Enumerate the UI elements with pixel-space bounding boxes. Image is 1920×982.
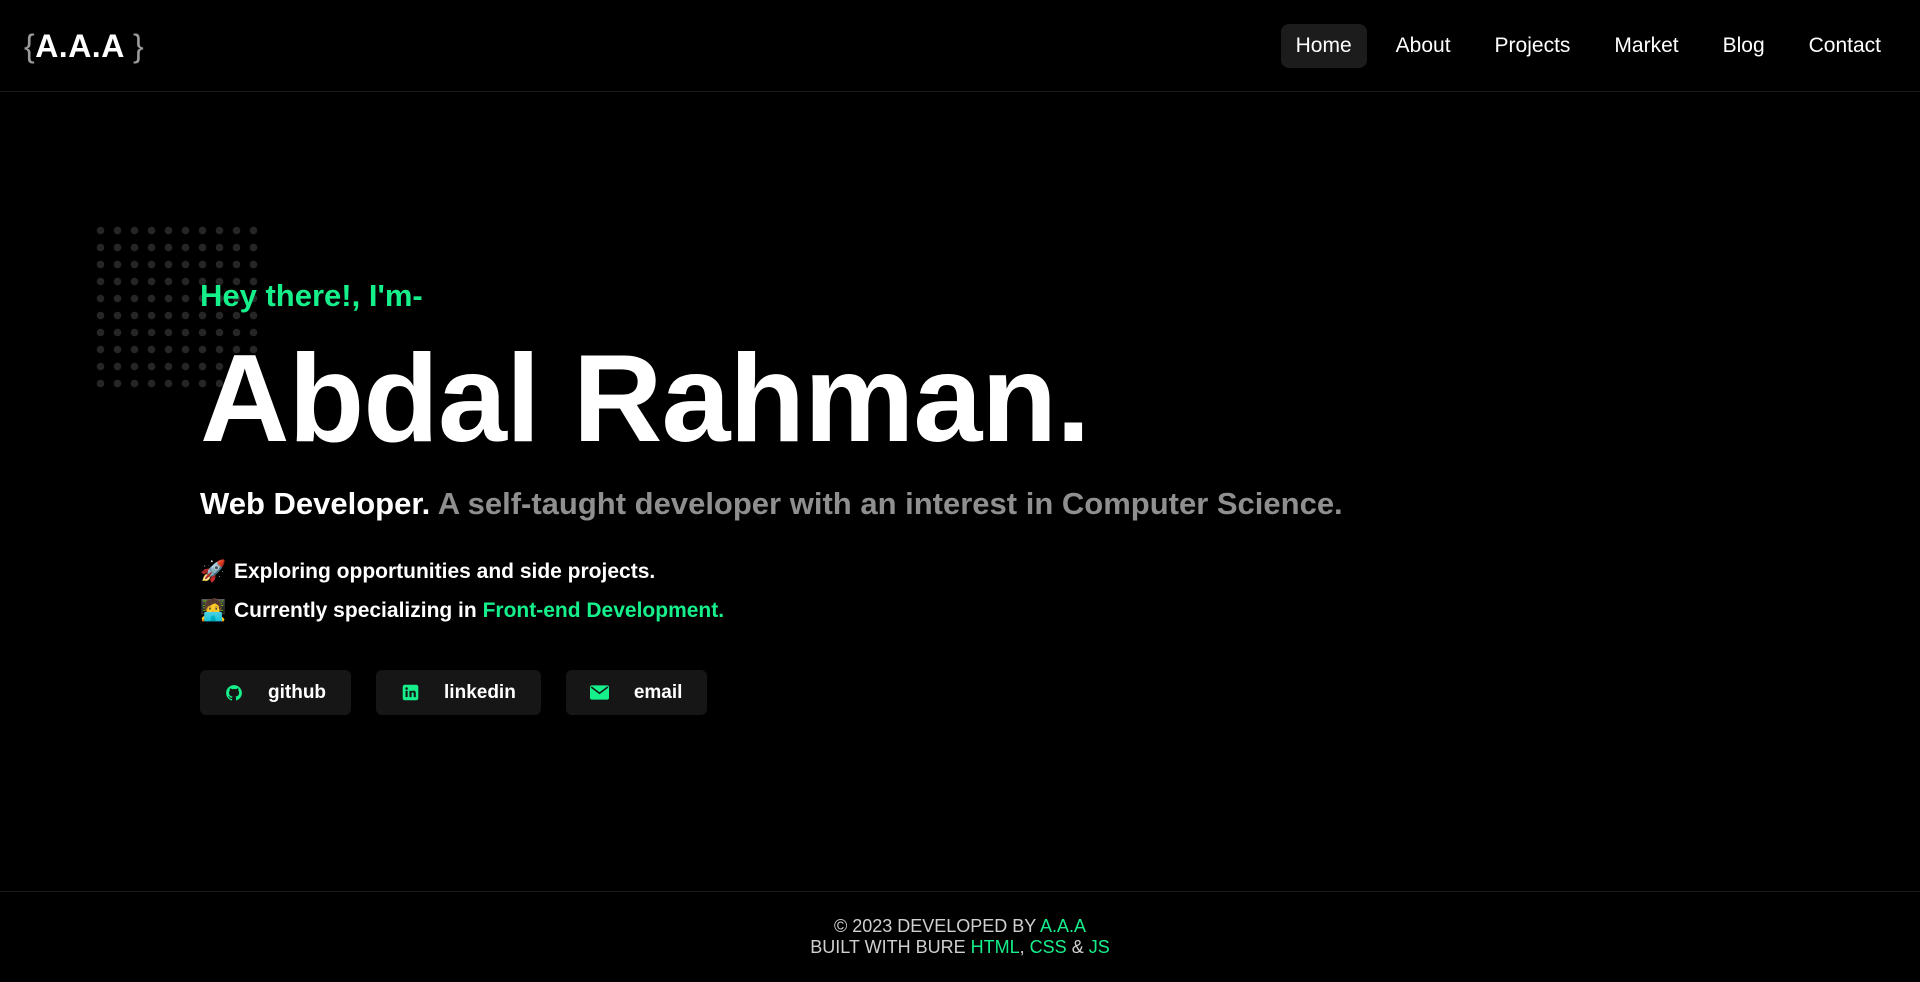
linkedin-button[interactable]: linkedin (376, 670, 541, 715)
bullet-accent-text: Front-end Development. (482, 599, 725, 622)
footer-css-text: CSS (1029, 937, 1067, 957)
footer-html-text: HTML (970, 937, 1020, 957)
footer-ampersand: & (1071, 937, 1084, 957)
email-label: email (633, 681, 683, 703)
site-header: {A.A.A } Home About Projects Market Blog… (0, 0, 1920, 92)
technologist-icon: 🧑‍💻 (200, 599, 227, 622)
logo-text: A.A.A (35, 28, 124, 64)
social-links: github linkedin email (200, 670, 1700, 715)
bullet-text: Exploring opportunities and side project… (234, 560, 656, 583)
bullet-item: 🧑‍💻 Currently specializing in Front-end D… (200, 591, 1700, 630)
logo[interactable]: {A.A.A } (24, 26, 144, 66)
mail-icon (590, 683, 610, 703)
hero-bullets: 🚀 Exploring opportunities and side projec… (200, 552, 1700, 630)
footer-copyright-text: © 2023 DEVELOPED BY (833, 916, 1036, 936)
logo-close-brace: } (133, 28, 145, 64)
nav-item-projects[interactable]: Projects (1480, 24, 1586, 68)
logo-open-brace: { (24, 28, 36, 64)
rocket-icon: 🚀 (200, 560, 227, 583)
linkedin-icon (400, 683, 420, 703)
email-button[interactable]: email (565, 670, 708, 715)
hero-role: Web Developer. (200, 486, 431, 521)
github-button[interactable]: github (200, 670, 352, 715)
linkedin-label: linkedin (444, 681, 516, 703)
github-icon (224, 683, 244, 703)
nav-item-contact[interactable]: Contact (1794, 24, 1896, 68)
nav-item-blog[interactable]: Blog (1708, 24, 1780, 68)
footer-brand-link[interactable]: A.A.A (1040, 916, 1086, 936)
footer-copyright-line: © 2023 DEVELOPED BY A.A.A (0, 916, 1920, 937)
nav-item-market[interactable]: Market (1599, 24, 1693, 68)
github-label: github (268, 681, 327, 703)
bullet-text: Currently specializing in (234, 599, 483, 622)
nav-item-home[interactable]: Home (1280, 24, 1367, 68)
bullet-item: 🚀 Exploring opportunities and side projec… (200, 552, 1700, 591)
hero-role-line: Web Developer. A self-taught developer w… (200, 482, 1700, 526)
hero-tagline: A self-taught developer with an interest… (437, 486, 1343, 521)
footer-built-with-text: BUILT WITH BURE (810, 937, 966, 957)
hero-section: Hey there!, I'm- Abdal Rahman. Web Devel… (200, 272, 1700, 715)
nav-item-about[interactable]: About (1381, 24, 1466, 68)
footer-comma: , (1019, 937, 1025, 957)
footer-js-text: JS (1088, 937, 1110, 957)
main-nav: Home About Projects Market Blog Contact (1280, 24, 1896, 68)
footer-built-with-line: BUILT WITH BURE HTML, CSS & JS (0, 937, 1920, 958)
hero-greeting: Hey there!, I'm- (200, 278, 423, 313)
hero-name: Abdal Rahman. (200, 330, 1091, 468)
site-footer: © 2023 DEVELOPED BY A.A.A BUILT WITH BUR… (0, 891, 1920, 982)
